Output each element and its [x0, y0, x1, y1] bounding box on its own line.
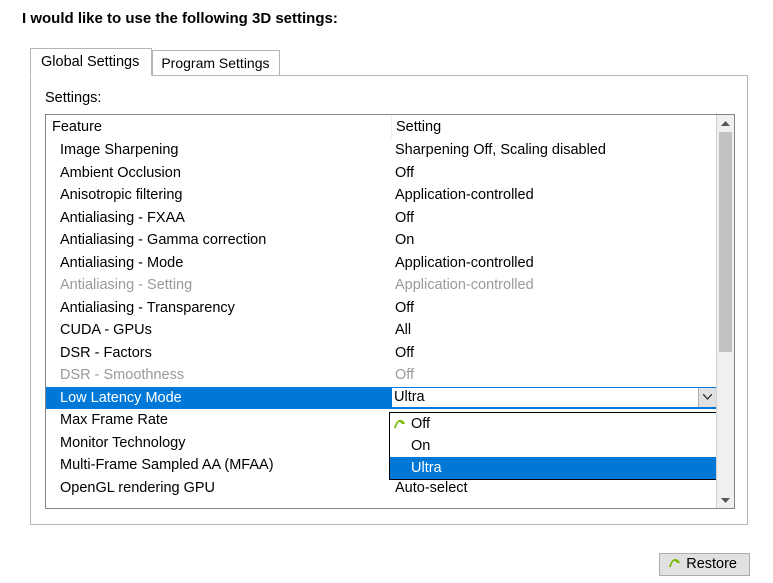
cell-feature: Antialiasing - Transparency	[46, 297, 391, 320]
cell-feature: Antialiasing - Setting	[46, 274, 391, 297]
col-header-feature: Feature	[46, 115, 391, 139]
cell-setting: Application-controlled	[391, 274, 716, 297]
page-title: I would like to use the following 3D set…	[22, 10, 763, 27]
cell-setting: Off	[391, 297, 716, 320]
restore-button-label: Restore	[686, 556, 737, 572]
dropdown-option-label: Off	[411, 413, 430, 435]
table-row[interactable]: Antialiasing - Mode Application-controll…	[46, 252, 716, 275]
cell-feature: Anisotropic filtering	[46, 184, 391, 207]
cell-setting: Off	[391, 162, 716, 185]
table-row[interactable]: Anisotropic filtering Application-contro…	[46, 184, 716, 207]
cell-setting: Application-controlled	[391, 184, 716, 207]
table-row[interactable]: Image Sharpening Sharpening Off, Scaling…	[46, 139, 716, 162]
cell-feature: CUDA - GPUs	[46, 319, 391, 342]
settings-table: Feature Setting Image Sharpening Sharpen…	[45, 114, 735, 509]
nvidia-logo-icon	[668, 556, 681, 572]
tab-program-settings[interactable]: Program Settings	[152, 50, 279, 75]
table-row: DSR - Smoothness Off	[46, 364, 716, 387]
table-row[interactable]: Antialiasing - Transparency Off	[46, 297, 716, 320]
scroll-track[interactable]	[717, 132, 734, 491]
nvidia-logo-icon	[392, 419, 407, 429]
setting-dropdown[interactable]: Ultra	[391, 387, 716, 408]
col-header-setting: Setting	[391, 115, 716, 139]
spacer	[392, 463, 407, 473]
cell-feature: Multi-Frame Sampled AA (MFAA)	[46, 454, 391, 477]
table-row-selected[interactable]: Low Latency Mode Ultra	[46, 387, 716, 410]
dropdown-option[interactable]: On	[390, 435, 716, 457]
cell-feature: DSR - Smoothness	[46, 364, 391, 387]
cell-setting: Off	[391, 364, 716, 387]
tab-global-settings[interactable]: Global Settings	[30, 48, 152, 76]
cell-feature: Ambient Occlusion	[46, 162, 391, 185]
cell-setting: Off	[391, 342, 716, 365]
cell-feature: Antialiasing - FXAA	[46, 207, 391, 230]
table-row[interactable]: Antialiasing - Gamma correction On	[46, 229, 716, 252]
table-row[interactable]: CUDA - GPUs All	[46, 319, 716, 342]
cell-feature: Image Sharpening	[46, 139, 391, 162]
cell-feature: Max Frame Rate	[46, 409, 391, 432]
scroll-thumb[interactable]	[719, 132, 732, 352]
dropdown-option-label: On	[411, 435, 430, 457]
settings-label: Settings:	[45, 90, 733, 106]
scroll-down-icon[interactable]	[717, 491, 734, 508]
cell-feature: Low Latency Mode	[46, 387, 391, 410]
cell-setting: Application-controlled	[391, 252, 716, 275]
cell-feature: Monitor Technology	[46, 432, 391, 455]
table-row[interactable]: Ambient Occlusion Off	[46, 162, 716, 185]
cell-setting: Off	[391, 207, 716, 230]
table-row: Antialiasing - Setting Application-contr…	[46, 274, 716, 297]
cell-feature: DSR - Factors	[46, 342, 391, 365]
scroll-up-icon[interactable]	[717, 115, 734, 132]
cell-setting: Sharpening Off, Scaling disabled	[391, 139, 716, 162]
chevron-down-icon[interactable]	[698, 388, 716, 407]
tab-panel-global: Settings: Feature Setting Image Sharpeni…	[30, 75, 748, 525]
cell-feature: Antialiasing - Gamma correction	[46, 229, 391, 252]
cell-setting: On	[391, 229, 716, 252]
table-row[interactable]: DSR - Factors Off	[46, 342, 716, 365]
spacer	[392, 441, 407, 451]
setting-dropdown-value: Ultra	[392, 388, 698, 407]
cell-setting: All	[391, 319, 716, 342]
table-header-row: Feature Setting	[46, 115, 716, 139]
tab-strip: Global Settings Program Settings	[30, 47, 763, 75]
dropdown-option[interactable]: Off	[390, 413, 716, 435]
table-scrollbar[interactable]	[716, 115, 734, 508]
table-row[interactable]: Antialiasing - FXAA Off	[46, 207, 716, 230]
dropdown-option[interactable]: Ultra	[390, 457, 716, 479]
restore-button[interactable]: Restore	[659, 553, 750, 576]
dropdown-option-label: Ultra	[411, 457, 442, 479]
setting-dropdown-list[interactable]: Off On Ultra	[389, 412, 716, 480]
cell-feature: OpenGL rendering GPU	[46, 477, 391, 500]
cell-feature: Antialiasing - Mode	[46, 252, 391, 275]
